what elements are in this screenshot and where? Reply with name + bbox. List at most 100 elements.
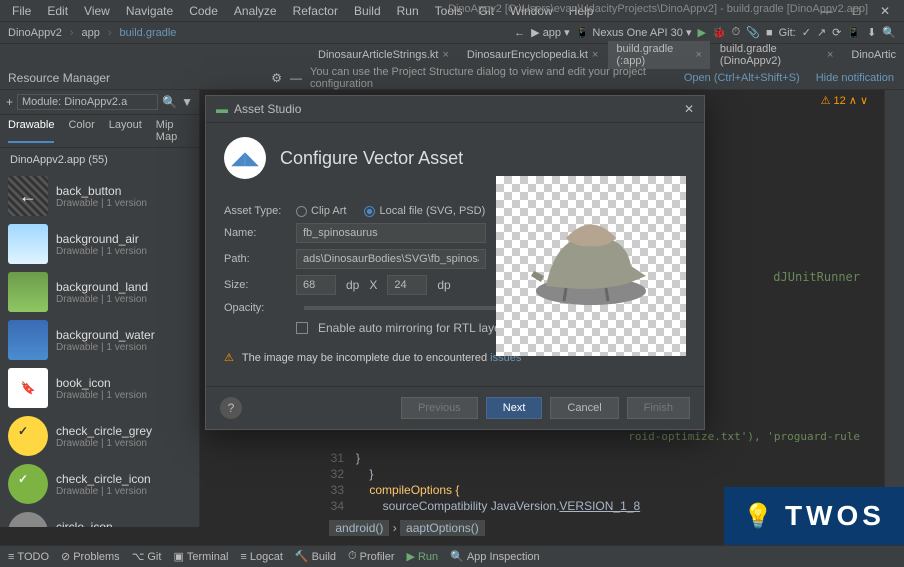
tab-layout[interactable]: Layout	[109, 119, 142, 143]
code-nav-android[interactable]: android()	[329, 520, 389, 536]
status-inspection[interactable]: 🔍 App Inspection	[450, 550, 539, 563]
status-logcat[interactable]: ≡ Logcat	[240, 551, 282, 563]
dialog-close-icon[interactable]: ✕	[684, 102, 694, 116]
gear-icon[interactable]: ⚙	[271, 71, 282, 85]
breadcrumb-module[interactable]: app	[82, 27, 100, 39]
asset-circle_icon[interactable]: circle_iconDrawable | 1 version	[0, 508, 199, 527]
asset-check_circle_icon[interactable]: check_circle_iconDrawable | 1 version	[0, 460, 199, 508]
open-structure-link[interactable]: Open (Ctrl+Alt+Shift+S)	[684, 72, 800, 84]
filter-icon[interactable]: ▼	[181, 95, 193, 109]
asset-preview	[496, 176, 686, 356]
device-select[interactable]: 📱 Nexus One API 30 ▾	[576, 26, 692, 39]
breadcrumb-file[interactable]: build.gradle	[120, 27, 177, 39]
run-icon[interactable]: ▶	[697, 26, 705, 39]
asset-background_air[interactable]: background_airDrawable | 1 version	[0, 220, 199, 268]
sync-icon[interactable]: ⟳	[832, 26, 841, 39]
notification-bar: Resource Manager ⚙ — You can use the Pro…	[0, 66, 904, 90]
path-label: Path:	[224, 253, 286, 265]
status-profiler[interactable]: ⏱ Profiler	[348, 550, 394, 563]
tab-mipmap[interactable]: Mip Map	[156, 119, 191, 143]
menu-run[interactable]: Run	[389, 4, 427, 18]
name-label: Name:	[224, 227, 286, 239]
status-build[interactable]: 🔨 Build	[295, 550, 336, 563]
menu-analyze[interactable]: Analyze	[226, 4, 285, 18]
asset-meta: Drawable | 1 version	[56, 342, 155, 353]
stop-icon[interactable]: ■	[766, 27, 773, 39]
add-icon[interactable]: +	[6, 95, 13, 109]
status-terminal[interactable]: ▣ Terminal	[173, 550, 228, 563]
menu-build[interactable]: Build	[346, 4, 389, 18]
asset-count: DinoAppv2.app (55)	[0, 148, 199, 172]
avd-icon[interactable]: 📱	[847, 26, 861, 39]
android-icon: ▬	[216, 102, 228, 116]
thumbnail	[8, 272, 48, 312]
menu-code[interactable]: Code	[181, 4, 226, 18]
height-input[interactable]	[387, 275, 427, 295]
tab-build-root[interactable]: build.gradle (DinoAppv2)×	[712, 41, 841, 69]
window-title: DinoAppv2 [C:\Users\evan\UdacityProjects…	[440, 3, 876, 15]
radio-clipart[interactable]: Clip Art	[296, 205, 346, 217]
menu-refactor[interactable]: Refactor	[285, 4, 346, 18]
thumbnail	[8, 224, 48, 264]
menu-navigate[interactable]: Navigate	[118, 4, 181, 18]
tab-color[interactable]: Color	[68, 119, 94, 143]
module-select[interactable]: Module: DinoAppv2.a	[17, 94, 158, 110]
rtl-checkbox[interactable]	[296, 322, 308, 334]
sdk-icon[interactable]: ⬇	[867, 26, 876, 39]
width-input[interactable]	[296, 275, 336, 295]
search-icon[interactable]: 🔍	[162, 95, 177, 109]
vector-asset-icon: ◢◣	[224, 137, 266, 179]
back-icon[interactable]: ←	[514, 27, 525, 39]
profile-icon[interactable]: ⏱	[732, 26, 741, 39]
name-input[interactable]	[296, 223, 486, 243]
attach-icon[interactable]: 📎	[746, 26, 760, 39]
debug-icon[interactable]: 🐞	[712, 26, 726, 39]
path-input[interactable]	[296, 249, 486, 269]
tab-article-strings[interactable]: DinosaurArticleStrings.kt×	[310, 47, 457, 63]
search-icon[interactable]: 🔍	[882, 26, 896, 39]
warning-text: The image may be incomplete due to encou…	[242, 352, 521, 364]
vcs-push-icon[interactable]: ↗	[817, 26, 826, 39]
tab-encyclopedia[interactable]: DinosaurEncyclopedia.kt×	[459, 47, 607, 63]
status-todo[interactable]: ≡ TODO	[8, 551, 49, 563]
hide-notification-link[interactable]: Hide notification	[816, 72, 894, 84]
asset-name: book_icon	[56, 376, 147, 390]
thumbnail: 🔖	[8, 368, 48, 408]
right-toolbar[interactable]	[884, 90, 904, 527]
help-icon[interactable]: ?	[220, 397, 242, 419]
finish-button[interactable]: Finish	[627, 397, 690, 419]
thumbnail	[8, 416, 48, 456]
asset-studio-dialog: ▬ Asset Studio ✕ ◢◣ Configure Vector Ass…	[205, 95, 705, 430]
breadcrumb-project[interactable]: DinoAppv2	[8, 27, 62, 39]
thumbnail	[8, 464, 48, 504]
previous-button[interactable]: Previous	[401, 397, 478, 419]
next-button[interactable]: Next	[486, 397, 543, 419]
asset-back_button[interactable]: ←back_buttonDrawable | 1 version	[0, 172, 199, 220]
rtl-label: Enable auto mirroring for RTL layout	[318, 321, 511, 335]
warnings-badge[interactable]: ⚠ 12 ∧ ∨	[821, 94, 868, 107]
vcs-update-icon[interactable]: ✓	[802, 26, 811, 39]
tab-drawable[interactable]: Drawable	[8, 119, 54, 143]
run-config[interactable]: ▶ app ▾	[531, 26, 569, 39]
radio-local-file[interactable]: Local file (SVG, PSD)	[364, 205, 485, 217]
status-run[interactable]: ▶ Run	[406, 550, 438, 563]
menu-view[interactable]: View	[76, 4, 118, 18]
status-problems[interactable]: ⊘ Problems	[61, 550, 120, 563]
cancel-button[interactable]: Cancel	[550, 397, 618, 419]
asset-background_water[interactable]: background_waterDrawable | 1 version	[0, 316, 199, 364]
asset-check_circle_grey[interactable]: check_circle_greyDrawable | 1 version	[0, 412, 199, 460]
asset-meta: Drawable | 1 version	[56, 294, 148, 305]
thumbnail	[8, 512, 48, 527]
asset-meta: Drawable | 1 version	[56, 390, 147, 401]
asset-book_icon[interactable]: 🔖 book_iconDrawable | 1 version	[0, 364, 199, 412]
minimize-panel-icon[interactable]: —	[290, 71, 302, 85]
tab-dinoartic[interactable]: DinoArtic	[843, 47, 904, 63]
menu-file[interactable]: File	[4, 4, 39, 18]
asset-name: background_land	[56, 280, 148, 294]
menu-edit[interactable]: Edit	[39, 4, 76, 18]
status-git[interactable]: ⌥ Git	[132, 550, 162, 563]
code-fragment-runner: dJUnitRunner	[773, 270, 860, 284]
asset-background_land[interactable]: background_landDrawable | 1 version	[0, 268, 199, 316]
code-nav-aapt[interactable]: aaptOptions()	[400, 520, 485, 536]
thumbnail	[8, 320, 48, 360]
